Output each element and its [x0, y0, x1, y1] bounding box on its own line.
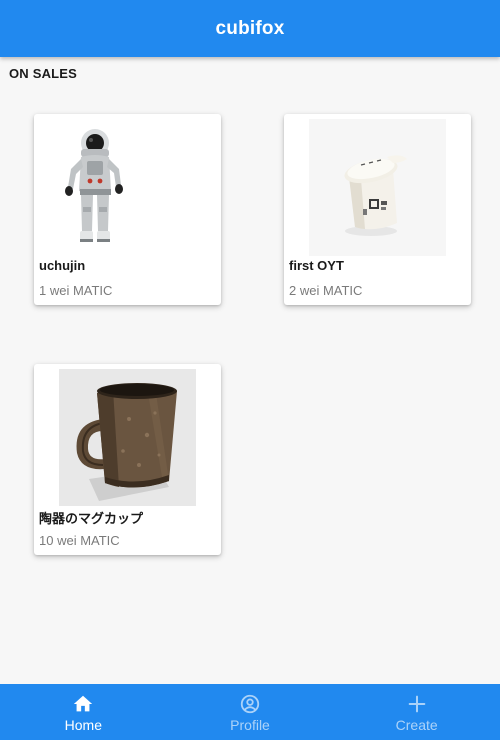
product-image-yogurt-cup — [309, 119, 446, 256]
section-title: ON SALES — [9, 66, 78, 81]
product-card-first-oyt[interactable]: first OYT 2 wei MATIC — [284, 114, 471, 305]
app-bar: cubifox — [0, 0, 500, 57]
product-image-astronaut — [59, 119, 196, 256]
home-icon — [72, 693, 94, 715]
product-price: 10 wei MATIC — [39, 533, 120, 548]
plus-icon — [406, 693, 428, 715]
nav-label-profile: Profile — [230, 717, 270, 733]
bottom-navigation: Home Profile Create — [0, 684, 500, 740]
product-card-mug[interactable]: 陶器のマグカップ 10 wei MATIC — [34, 364, 221, 555]
nav-item-profile[interactable]: Profile — [167, 684, 334, 740]
product-name: uchujin — [39, 258, 86, 273]
nav-label-home: Home — [64, 717, 103, 733]
product-image-ceramic-mug — [59, 369, 196, 506]
nav-label-create: Create — [395, 717, 438, 733]
nav-item-create[interactable]: Create — [333, 684, 500, 740]
account-circle-icon — [239, 693, 261, 715]
product-card-uchujin[interactable]: uchujin 1 wei MATIC — [34, 114, 221, 305]
product-name: first OYT — [289, 258, 344, 273]
product-name: 陶器のマグカップ — [39, 511, 144, 526]
nav-item-home[interactable]: Home — [0, 684, 167, 740]
product-price: 2 wei MATIC — [289, 283, 363, 298]
product-price: 1 wei MATIC — [39, 283, 113, 298]
app-title: cubifox — [215, 17, 285, 39]
app-root: cubifox ON SALES uchujin 1 wei MATIC fir… — [0, 0, 500, 740]
